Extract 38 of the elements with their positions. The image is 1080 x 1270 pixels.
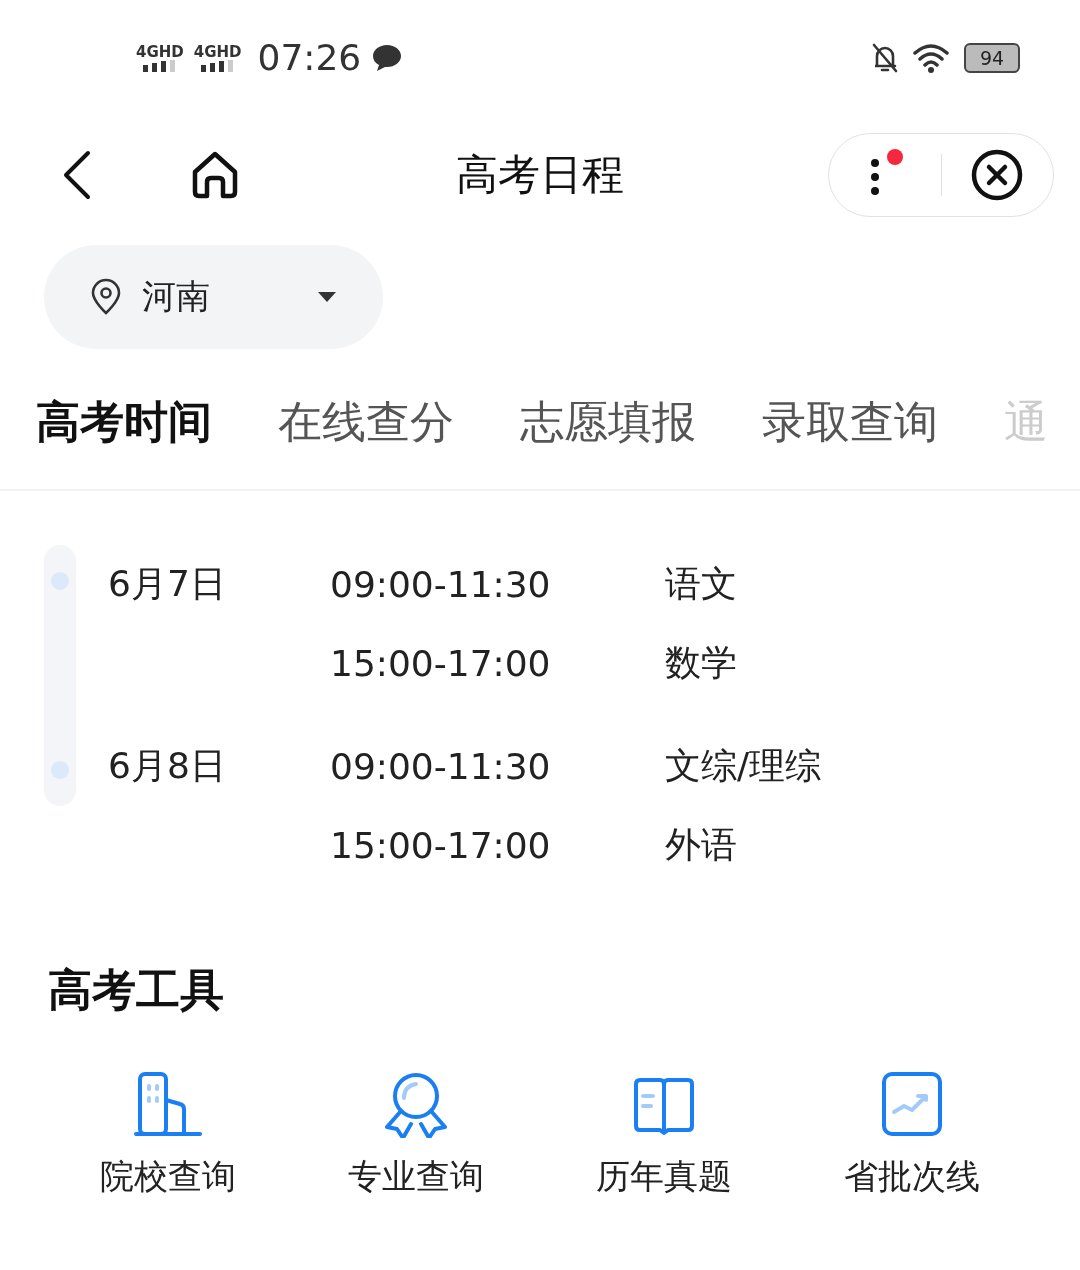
exam-subject: 文综/理综: [665, 744, 823, 788]
network-label: 4GHD: [193, 43, 242, 60]
location-pin-icon: [90, 278, 122, 316]
tab[interactable]: 高考时间: [36, 393, 212, 463]
dropdown-caret-icon: [317, 291, 337, 303]
tab[interactable]: 志愿填报: [520, 393, 696, 463]
exam-time: 15:00-17:00: [330, 824, 552, 868]
section-title: 高考工具: [48, 963, 225, 1017]
wifi-icon: [912, 41, 952, 74]
exam-time: 09:00-11:30: [330, 563, 552, 607]
clock-time: 07:26: [257, 37, 362, 78]
exam-subject: 外语: [665, 823, 738, 867]
tool-shortcut[interactable]: 专业查询: [292, 1070, 540, 1200]
close-icon: [971, 149, 1024, 201]
building-icon: [134, 1070, 202, 1138]
exam-time: 15:00-17:00: [330, 642, 552, 686]
exam-subject: 语文: [665, 562, 738, 606]
tab[interactable]: 录取查询: [762, 393, 938, 463]
chat-bubble-icon: [371, 42, 404, 73]
more-dots-icon: [870, 159, 879, 195]
tool-shortcut[interactable]: 省批次线: [788, 1070, 1036, 1200]
exam-subject: 数学: [665, 641, 738, 685]
medal-icon: [382, 1070, 450, 1138]
exam-time: 09:00-11:30: [330, 745, 552, 789]
home-icon: [190, 150, 240, 200]
region-selector[interactable]: 河南: [44, 245, 383, 349]
back-chevron-icon: [62, 150, 92, 200]
exam-date: 6月8日: [107, 744, 227, 788]
exam-date: 6月7日: [107, 562, 227, 606]
signal-icon: [200, 59, 235, 72]
muted-bell-icon: [870, 41, 900, 74]
signal-icon: [142, 59, 177, 72]
tool-shortcut[interactable]: 院校查询: [44, 1070, 292, 1200]
tool-shortcut[interactable]: 历年真题: [540, 1070, 788, 1200]
battery-level: 94: [979, 46, 1005, 69]
tab[interactable]: 在线查分: [278, 393, 454, 463]
network-label: 4GHD: [136, 43, 184, 60]
page-title: 高考日程: [456, 149, 624, 201]
